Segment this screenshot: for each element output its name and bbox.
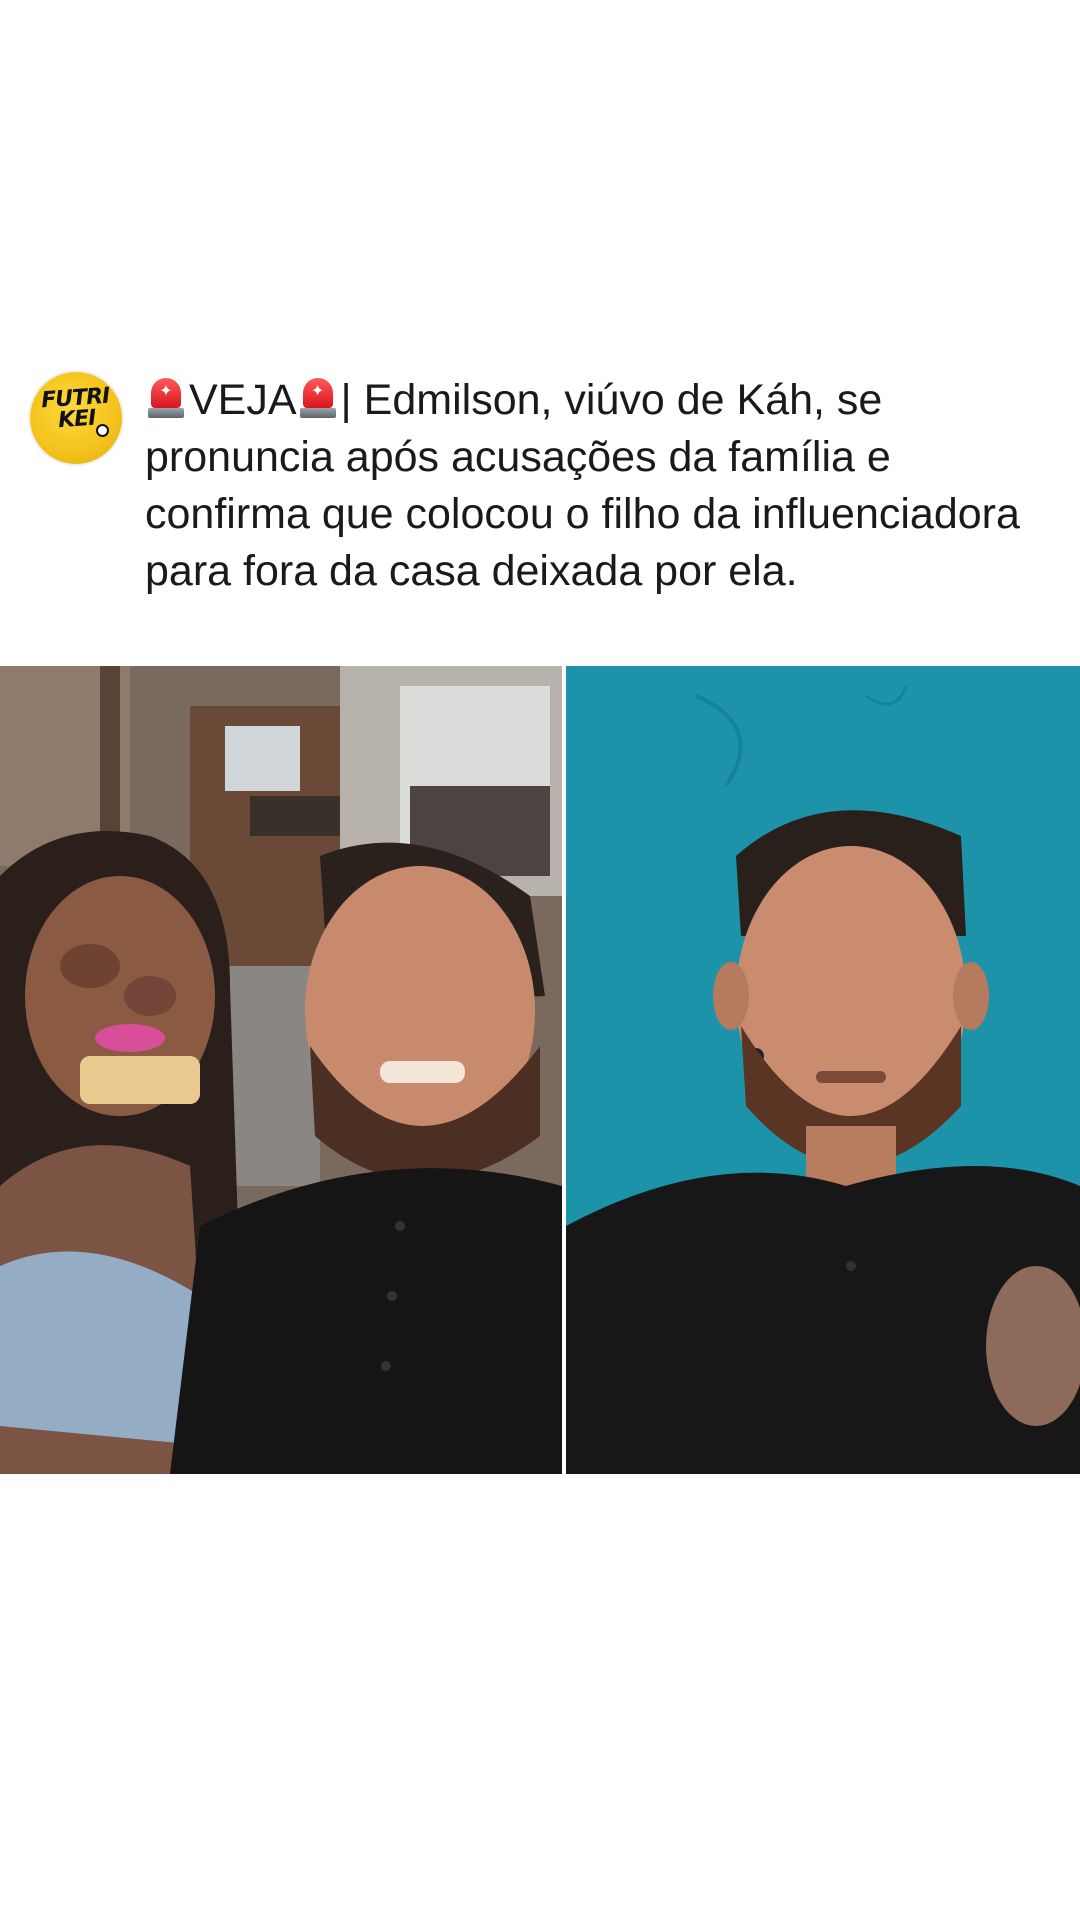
profile-avatar[interactable]: FUTRI KEI (30, 372, 122, 464)
police-siren-icon: ✦ (147, 376, 185, 420)
caption-separator: | (340, 376, 352, 424)
post-caption: ✦ VEJA ✦ | Edmilson, viúvo de Káh, se pr… (145, 372, 1050, 600)
police-siren-icon: ✦ (299, 376, 337, 420)
photo-couple-illustration (0, 666, 562, 1474)
caption-tag: VEJA (189, 376, 297, 424)
photo-man-blue-wall[interactable] (566, 666, 1080, 1474)
photo-man-illustration (566, 666, 1080, 1474)
post: FUTRI KEI ✦ VEJA ✦ | Edmilson, viúvo de … (0, 0, 1080, 1920)
magnifier-icon (96, 424, 109, 437)
avatar-logo: FUTRI KEI (30, 384, 122, 434)
photo-couple-selfie[interactable] (0, 666, 562, 1474)
